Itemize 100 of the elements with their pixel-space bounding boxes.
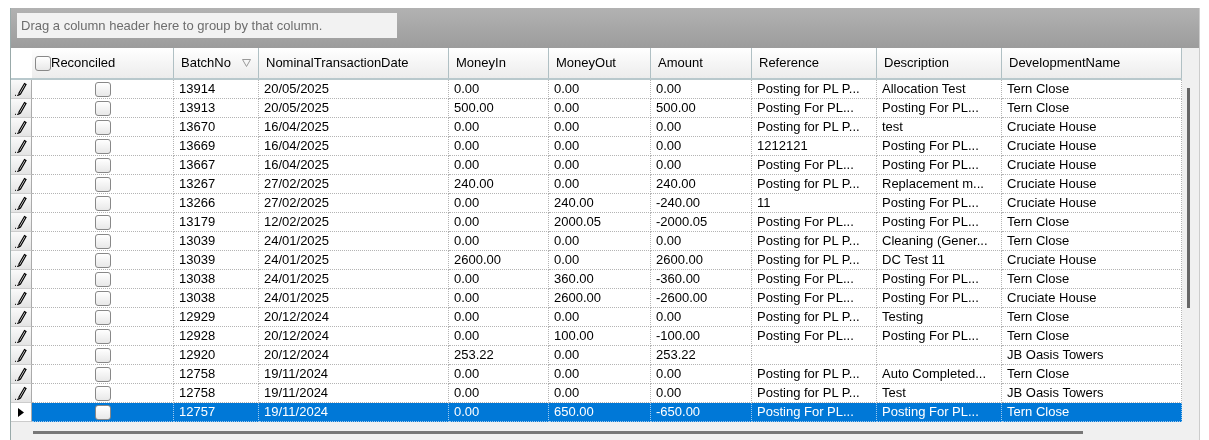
scrollbar-thumb[interactable] [1187, 88, 1190, 308]
table-cell: Posting for PL P... [752, 175, 877, 194]
table-cell: Posting For PL... [752, 289, 877, 308]
table-cell: Posting For PL... [752, 327, 877, 346]
table-cell: 13039 [174, 232, 259, 251]
checkbox[interactable] [94, 347, 111, 363]
table-cell: 0.00 [449, 232, 549, 251]
table-cell: 12928 [174, 327, 259, 346]
checkbox[interactable] [94, 138, 111, 154]
column-header-label: MoneyIn [456, 54, 506, 73]
table-cell: 0.00 [549, 365, 651, 384]
table-cell: Posting For PL... [877, 194, 1002, 213]
table-cell: 0.00 [449, 403, 549, 422]
table-cell: -650.00 [651, 403, 752, 422]
table-cell: 2600.00 [651, 251, 752, 270]
table-cell: Posting For PL... [877, 156, 1002, 175]
table-cell: 0.00 [549, 308, 651, 327]
table-cell: 20/05/2025 [259, 99, 449, 118]
checkbox[interactable] [94, 271, 111, 287]
group-by-panel[interactable]: Drag a column header here to group by that column. [17, 13, 397, 38]
table-cell: 13913 [174, 99, 259, 118]
table-cell: 0.00 [449, 289, 549, 308]
column-header-label: DevelopmentName [1009, 54, 1121, 73]
table-cell: 0.00 [549, 137, 651, 156]
table-cell: 0.00 [549, 232, 651, 251]
column-header-cell[interactable]: BatchNo [174, 48, 259, 78]
table-cell: 500.00 [651, 99, 752, 118]
table-cell: 20/12/2024 [259, 346, 449, 365]
table-cell: 13267 [174, 175, 259, 194]
column-header-cell[interactable]: NominalTransactionDate [259, 48, 449, 78]
table-cell: 13669 [174, 137, 259, 156]
checkbox[interactable] [94, 233, 111, 249]
table-cell: Posting For PL... [877, 213, 1002, 232]
table-cell: 12758 [174, 365, 259, 384]
column-header-cell[interactable]: MoneyIn [449, 48, 549, 78]
table-cell: 0.00 [651, 156, 752, 175]
checkbox[interactable] [94, 404, 111, 420]
table-cell: 0.00 [549, 156, 651, 175]
table-cell: 1212121 [752, 137, 877, 156]
table-cell: 16/04/2025 [259, 118, 449, 137]
table-cell: 0.00 [449, 80, 549, 99]
checkbox[interactable] [94, 309, 111, 325]
table-cell: 20/05/2025 [259, 80, 449, 99]
column-header-cell[interactable]: DevelopmentName [1002, 48, 1182, 78]
table-cell: 13039 [174, 251, 259, 270]
checkbox[interactable] [94, 157, 111, 173]
table-cell: -240.00 [651, 194, 752, 213]
checkbox[interactable] [94, 328, 111, 344]
table-cell: Posting for PL P... [752, 308, 877, 327]
select-all-checkbox[interactable] [35, 55, 51, 71]
table-cell: 0.00 [449, 270, 549, 289]
column-header-label: Reference [759, 54, 819, 73]
table-cell: 0.00 [651, 365, 752, 384]
scrollbar-thumb[interactable] [33, 431, 1083, 434]
table-cell: 360.00 [549, 270, 651, 289]
column-header-label: NominalTransactionDate [266, 54, 409, 73]
table-cell: 650.00 [549, 403, 651, 422]
column-header-cell[interactable]: MoneyOut [549, 48, 651, 78]
table-cell: Posting For PL... [752, 213, 877, 232]
checkbox[interactable] [94, 385, 111, 401]
table-cell: 13266 [174, 194, 259, 213]
column-header-label: MoneyOut [556, 54, 616, 73]
checkbox[interactable] [94, 195, 111, 211]
column-header-label: Amount [658, 54, 703, 73]
column-header-cell[interactable]: Description [877, 48, 1002, 78]
checkbox[interactable] [94, 366, 111, 382]
checkbox[interactable] [94, 100, 111, 116]
table-cell: 13179 [174, 213, 259, 232]
table-cell: 0.00 [651, 308, 752, 327]
checkbox[interactable] [94, 176, 111, 192]
table-cell: 13914 [174, 80, 259, 99]
table-cell: 12929 [174, 308, 259, 327]
table-cell: 24/01/2025 [259, 232, 449, 251]
table-cell: -360.00 [651, 270, 752, 289]
table-cell: 100.00 [549, 327, 651, 346]
checkbox[interactable] [94, 214, 111, 230]
table-cell: Posting For PL... [877, 270, 1002, 289]
table-cell: 240.00 [549, 194, 651, 213]
checkbox[interactable] [94, 81, 111, 97]
column-header-cell[interactable]: Reference [752, 48, 877, 78]
table-cell: Posting For PL... [877, 289, 1002, 308]
column-header-cell[interactable]: Amount [651, 48, 752, 78]
table-cell: Posting For PL... [877, 403, 1002, 422]
column-header-cell[interactable]: Reconciled [32, 48, 174, 78]
table-cell: 2600.00 [449, 251, 549, 270]
table-cell: 0.00 [651, 118, 752, 137]
table-cell: 19/11/2024 [259, 365, 449, 384]
table-cell: Posting For PL... [752, 270, 877, 289]
checkbox[interactable] [94, 252, 111, 268]
table-cell: -2000.05 [651, 213, 752, 232]
table-cell: Allocation Test [877, 80, 1002, 99]
table-cell: 0.00 [449, 213, 549, 232]
table-cell: Cleaning (Gener... [877, 232, 1002, 251]
table-cell: 24/01/2025 [259, 251, 449, 270]
checkbox[interactable] [94, 119, 111, 135]
table-cell: 24/01/2025 [259, 270, 449, 289]
filter-icon[interactable] [242, 59, 251, 67]
table-cell: 12920 [174, 346, 259, 365]
table-cell: 0.00 [549, 80, 651, 99]
checkbox[interactable] [94, 290, 111, 306]
